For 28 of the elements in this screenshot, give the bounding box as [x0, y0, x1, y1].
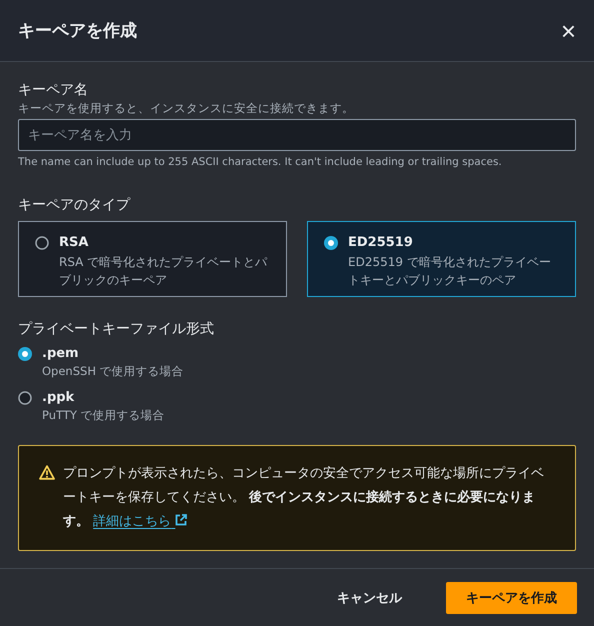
warning-icon	[39, 465, 55, 480]
key-type-card[interactable]: ED25519 ED25519 で暗号化されたプライベートキーとパブリックキーのペア	[307, 221, 576, 297]
radio-button[interactable]	[35, 236, 49, 250]
key-name-field[interactable]: キーペア名を入力	[18, 119, 576, 151]
option-description: RSA で暗号化されたプライベートとパブリックのキーペア	[59, 254, 268, 289]
field-description: キーペアを使用すると、インスタンスに安全に接続できます。	[18, 100, 355, 116]
option-label: .ppk	[42, 389, 76, 407]
external-link-icon	[175, 514, 188, 526]
learn-more-link[interactable]: 詳細はこちら	[93, 514, 188, 529]
option-description: PuTTY で使用する場合	[42, 407, 165, 423]
create-button[interactable]: キーペアを作成	[446, 582, 577, 614]
option-label: RSA	[59, 234, 90, 252]
option-label: ED25519	[348, 234, 414, 252]
radio-button[interactable]	[18, 391, 32, 405]
field-label: プライベートキーファイル形式	[18, 320, 215, 339]
option-description: ED25519 で暗号化されたプライベートキーとパブリックキーのペア	[348, 254, 552, 289]
key-type-card[interactable]: RSA RSA で暗号化されたプライベートとパブリックのキーペア	[18, 221, 287, 297]
close-button[interactable]: ×	[560, 18, 576, 44]
dialog-title: キーペアを作成	[18, 20, 137, 42]
field-hint: The name can include up to 255 ASCII characters. It can't include leading or trailing spaces.	[18, 155, 503, 169]
radio-button[interactable]	[18, 347, 32, 361]
option-label: .pem	[42, 345, 80, 363]
warning-message: プロンプトが表示されたら、コンピュータの安全でアクセス可能な場所にプライベートキーを保存してください。 後でインスタンスに接続するときに必要になります。 詳細はこちら	[63, 465, 545, 531]
radio-button[interactable]	[324, 236, 338, 250]
field-label: キーペア名	[18, 81, 89, 100]
field-label: キーペアのタイプ	[18, 196, 132, 215]
cancel-button[interactable]: キャンセル	[317, 582, 422, 614]
option-description: OpenSSH で使用する場合	[42, 363, 184, 379]
